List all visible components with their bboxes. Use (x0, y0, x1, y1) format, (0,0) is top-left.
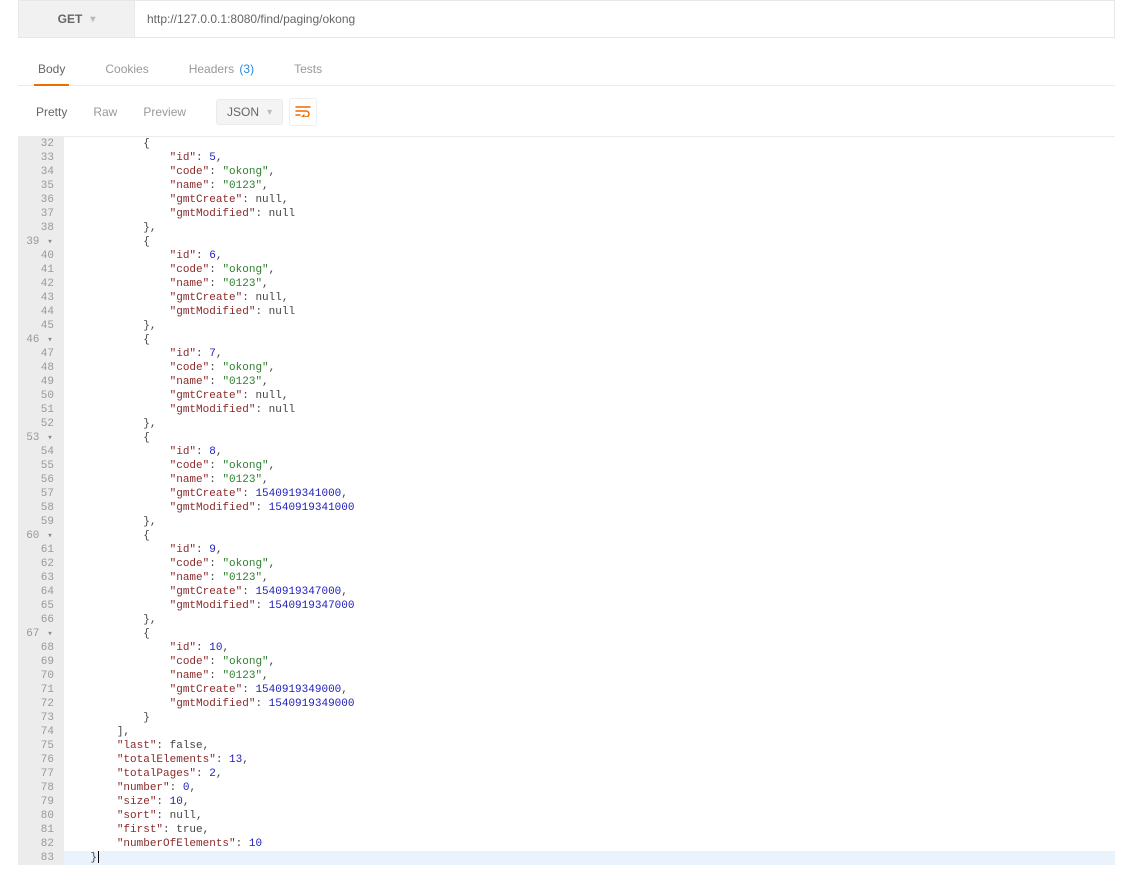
format-label: JSON (227, 105, 259, 119)
tab-cookies-label: Cookies (105, 62, 148, 76)
response-tabs: Body Cookies Headers (3) Tests (18, 52, 1115, 86)
url-input[interactable] (135, 1, 1114, 37)
method-label: GET (58, 12, 83, 26)
chevron-down-icon: ▾ (90, 14, 95, 25)
viewmode-raw[interactable]: Raw (83, 99, 127, 125)
tab-headers-count: (3) (239, 62, 254, 76)
viewmode-pretty[interactable]: Pretty (26, 99, 77, 125)
chevron-down-icon: ▾ (267, 107, 272, 118)
tab-tests-label: Tests (294, 62, 322, 76)
body-toolbar: Pretty Raw Preview JSON ▾ (0, 86, 1133, 136)
viewmode-preview[interactable]: Preview (133, 99, 196, 125)
tab-tests[interactable]: Tests (290, 52, 326, 85)
method-select[interactable]: GET ▾ (19, 1, 135, 37)
tab-headers[interactable]: Headers (3) (185, 52, 258, 85)
code-area[interactable]: { "id": 5, "code": "okong", "name": "012… (64, 137, 1115, 865)
tab-headers-label: Headers (189, 62, 234, 76)
format-select[interactable]: JSON ▾ (216, 99, 283, 125)
request-bar: GET ▾ (18, 0, 1115, 38)
tab-cookies[interactable]: Cookies (101, 52, 152, 85)
tab-body[interactable]: Body (34, 52, 69, 86)
wrap-icon (295, 104, 311, 120)
line-gutter: 32 33 34 35 36 37 38 39 ▾40 41 42 43 44 … (18, 137, 64, 865)
wrap-lines-button[interactable] (289, 98, 317, 126)
response-body-editor[interactable]: 32 33 34 35 36 37 38 39 ▾40 41 42 43 44 … (18, 136, 1115, 865)
tab-body-label: Body (38, 62, 65, 76)
